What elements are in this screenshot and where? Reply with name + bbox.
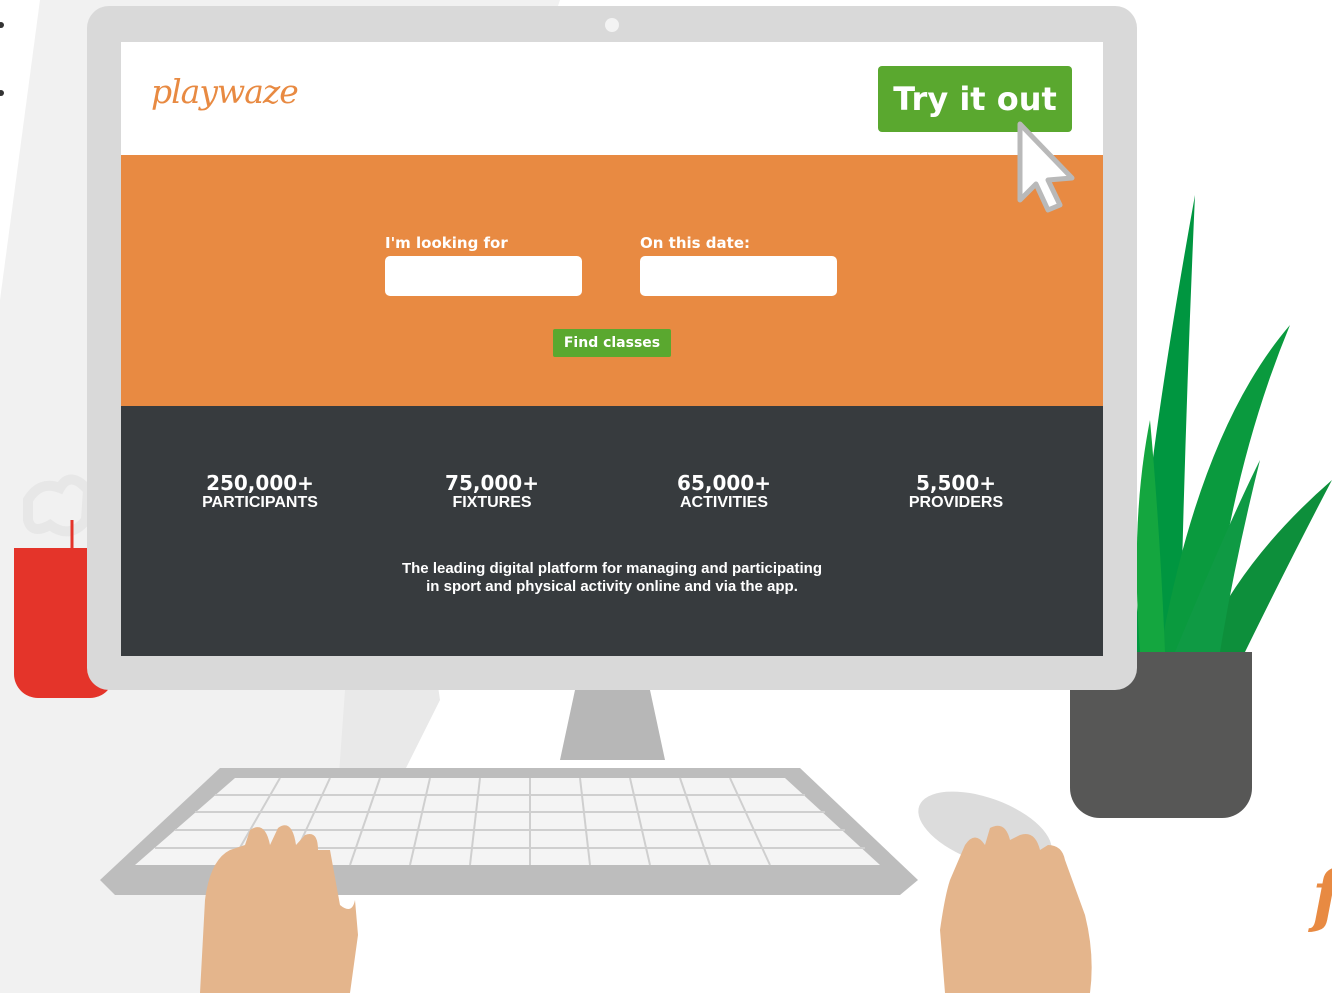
stat-fixtures: 75,000+ FIXTURES xyxy=(402,472,582,512)
mouse-pointer-icon xyxy=(1017,121,1075,213)
stats-band: 250,000+ PARTICIPANTS 75,000+ FIXTURES 6… xyxy=(121,406,1103,656)
looking-for-input[interactable] xyxy=(385,256,582,296)
stat-label: FIXTURES xyxy=(452,494,532,511)
stat-label: ACTIVITIES xyxy=(679,494,768,511)
find-classes-button[interactable]: Find classes xyxy=(553,329,671,357)
monitor-screen: playwaze Try it out I'm looking for On t… xyxy=(121,42,1103,656)
stat-label: PARTICIPANTS xyxy=(202,494,318,511)
stat-participants: 250,000+ PARTICIPANTS xyxy=(170,472,350,512)
tagline-line-2: in sport and physical activity online an… xyxy=(426,578,798,595)
stat-value: 250,000+ xyxy=(206,471,314,495)
looking-for-label: I'm looking for xyxy=(385,234,508,252)
search-hero: I'm looking for On this date: Find class… xyxy=(121,155,1103,406)
date-label: On this date: xyxy=(640,234,750,252)
brand-logo[interactable]: playwaze xyxy=(151,72,299,111)
stat-value: 65,000+ xyxy=(677,471,771,495)
monitor-stand xyxy=(560,690,665,760)
right-hand-illustration xyxy=(940,825,1092,993)
stat-providers: 5,500+ PROVIDERS xyxy=(866,472,1046,512)
tagline: The leading digital platform for managin… xyxy=(312,560,912,596)
stat-value: 5,500+ xyxy=(915,471,997,495)
webcam-dot xyxy=(605,18,619,32)
tagline-line-1: The leading digital platform for managin… xyxy=(401,560,823,577)
stat-value: 75,000+ xyxy=(445,471,539,495)
stat-activities: 65,000+ ACTIVITIES xyxy=(634,472,814,512)
site-header: playwaze Try it out xyxy=(121,42,1103,155)
stat-label: PROVIDERS xyxy=(908,494,1004,511)
date-input[interactable] xyxy=(640,256,837,296)
partial-logo-letter: f xyxy=(1312,856,1332,936)
